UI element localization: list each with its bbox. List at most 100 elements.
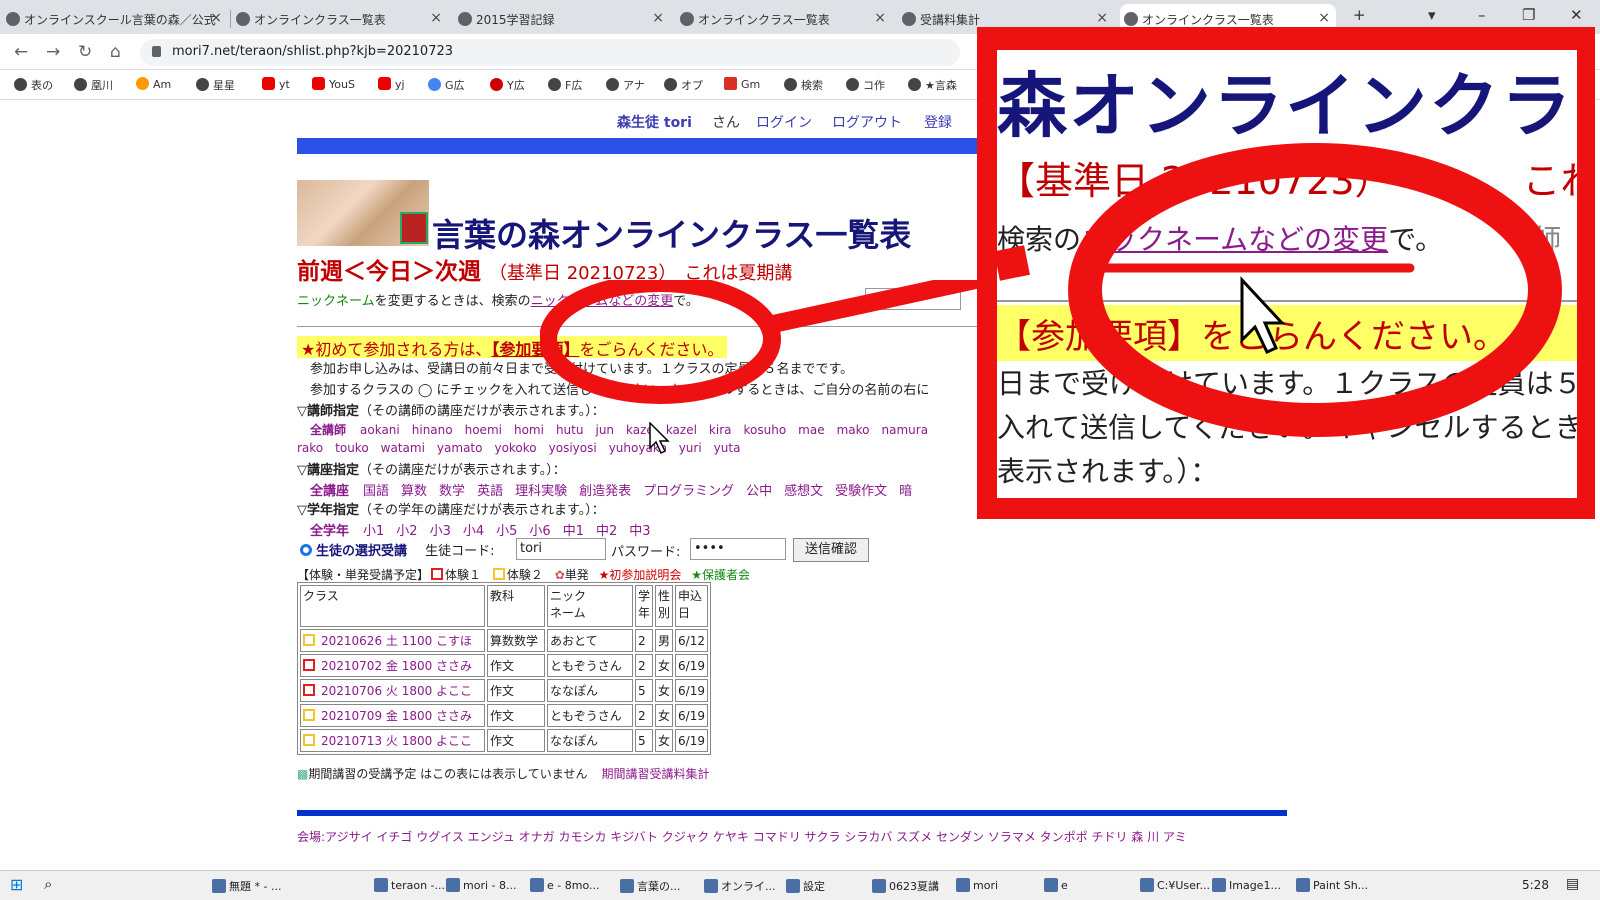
course-link[interactable]: 数学 — [439, 484, 465, 499]
notification-icon[interactable]: ▤ — [1566, 876, 1579, 892]
bookmark[interactable]: アナ — [606, 77, 645, 93]
window-close-icon[interactable]: ✕ — [1570, 6, 1583, 24]
teacher-link[interactable]: aokani — [360, 423, 400, 437]
teacher-link[interactable]: watami — [381, 441, 425, 455]
bookmark[interactable]: 検索 — [784, 77, 823, 93]
grade-link[interactable]: 小6 — [529, 524, 550, 539]
teacher-link[interactable]: yamato — [437, 441, 483, 455]
tab-1[interactable]: オンラインスクール言葉の森／公式 × — [2, 4, 228, 34]
bookmark[interactable]: Gm — [724, 77, 760, 91]
taskbar-app[interactable]: オンライ... — [704, 878, 776, 894]
class-cell[interactable]: 20210626 土 1100 こすほ — [300, 629, 485, 652]
grade-link[interactable]: 全学年 — [310, 524, 349, 539]
bookmark[interactable]: yt — [262, 77, 290, 91]
class-link[interactable]: 20210713 火 1800 よここ — [321, 734, 472, 748]
close-icon[interactable]: × — [874, 10, 886, 26]
home-icon[interactable]: ⌂ — [110, 42, 121, 62]
teacher-link[interactable]: yokoko — [494, 441, 536, 455]
minimize-icon[interactable]: – — [1478, 6, 1486, 24]
class-cell[interactable]: 20210706 火 1800 よここ — [300, 679, 485, 702]
grade-link[interactable]: 小1 — [363, 524, 384, 539]
class-checkbox[interactable] — [303, 684, 315, 696]
bookmark[interactable]: オプ — [664, 77, 703, 93]
teacher-link[interactable]: hinano — [412, 423, 453, 437]
login-link[interactable]: ログイン — [756, 112, 812, 132]
bookmark[interactable]: YouS — [312, 77, 355, 91]
tab-search-icon[interactable]: ▾ — [1428, 6, 1436, 24]
taskbar-app[interactable]: teraon -... — [374, 878, 445, 892]
close-icon[interactable]: × — [1096, 10, 1108, 26]
reload-icon[interactable]: ↻ — [78, 42, 92, 62]
send-confirm-button[interactable]: 送信確認 — [793, 538, 869, 562]
bookmark[interactable]: G広 — [428, 77, 465, 93]
teacher-link[interactable]: touko — [335, 441, 369, 455]
course-link[interactable]: 全講座 — [310, 484, 349, 499]
taskbar-app[interactable]: 言葉の... — [620, 878, 681, 894]
taskbar-app[interactable]: C:¥User... — [1140, 878, 1210, 892]
close-icon[interactable]: × — [210, 10, 222, 26]
class-link[interactable]: 20210626 土 1100 こすほ — [321, 634, 472, 648]
windows-start-icon[interactable]: ⊞ — [10, 875, 23, 894]
class-cell[interactable]: 20210713 火 1800 よここ — [300, 729, 485, 752]
course-link[interactable]: 算数 — [401, 484, 427, 499]
bookmark[interactable]: コ作 — [846, 77, 885, 93]
class-cell[interactable]: 20210702 金 1800 ささみ — [300, 654, 485, 677]
class-link[interactable]: 20210702 金 1800 ささみ — [321, 659, 472, 673]
seasonal-fee-link[interactable]: 期間講習受講料集計 — [601, 767, 709, 781]
bookmark[interactable]: 凰川 — [74, 77, 113, 93]
url-field[interactable]: mori7.net/teraon/shlist.php?kjb=20210723 — [140, 39, 960, 66]
taskbar-app[interactable]: e — [1044, 878, 1068, 892]
close-icon[interactable]: × — [652, 10, 664, 26]
logout-link[interactable]: ログアウト — [832, 112, 902, 132]
bookmark[interactable]: Am — [136, 77, 171, 91]
taskbar-app[interactable]: mori - 8... — [446, 878, 516, 892]
taskbar-app[interactable]: e - 8mo... — [530, 878, 599, 892]
back-icon[interactable]: ← — [14, 42, 28, 62]
class-link[interactable]: 20210706 火 1800 よここ — [321, 684, 472, 698]
student-code-input[interactable]: tori — [516, 538, 606, 560]
course-link[interactable]: 英語 — [477, 484, 503, 499]
close-icon[interactable]: × — [430, 10, 442, 26]
teacher-link[interactable]: hoemi — [465, 423, 502, 437]
grade-link[interactable]: 中1 — [563, 524, 584, 539]
register-link[interactable]: 登録 — [924, 112, 952, 132]
bookmark[interactable]: yj — [378, 77, 405, 91]
bookmark[interactable]: 表の — [14, 77, 53, 93]
grade-link[interactable]: 小2 — [396, 524, 417, 539]
clock[interactable]: 5:28 — [1522, 878, 1549, 892]
taskbar-app[interactable]: mori — [956, 878, 998, 892]
taskbar-app[interactable]: 無題 * - ... — [212, 878, 281, 894]
tab-4[interactable]: オンラインクラス一覧表 × — [676, 4, 892, 34]
venue-links[interactable]: アジサイ イチゴ ウグイス エンジュ オナガ カモシカ キジバト クジャク ケヤ… — [325, 830, 1187, 844]
teacher-all-link[interactable]: 全講師 — [310, 423, 346, 437]
close-icon[interactable]: × — [1318, 10, 1330, 26]
class-checkbox[interactable] — [303, 709, 315, 721]
course-link[interactable]: 国語 — [363, 484, 389, 499]
class-cell[interactable]: 20210709 金 1800 ささみ — [300, 704, 485, 727]
class-checkbox[interactable] — [303, 659, 315, 671]
class-link[interactable]: 20210709 金 1800 ささみ — [321, 709, 472, 723]
restore-icon[interactable]: ❐ — [1522, 6, 1535, 24]
class-checkbox[interactable] — [303, 734, 315, 746]
select-radio[interactable] — [300, 544, 312, 556]
grade-link[interactable]: 小3 — [430, 524, 451, 539]
teacher-link[interactable]: rako — [297, 441, 323, 455]
grade-link[interactable]: 小5 — [496, 524, 517, 539]
new-tab-button[interactable]: + — [1353, 6, 1366, 24]
bookmark[interactable]: Y広 — [490, 77, 525, 93]
search-icon[interactable]: ⌕ — [44, 875, 52, 893]
taskbar-app[interactable]: 設定 — [786, 878, 825, 894]
password-input[interactable]: •••• — [690, 538, 786, 560]
taskbar-app[interactable]: 0623夏講 — [872, 878, 939, 894]
bookmark[interactable]: F広 — [548, 77, 582, 93]
bookmark[interactable]: ★言森 — [908, 77, 957, 93]
taskbar-app[interactable]: Paint Sh... — [1296, 878, 1368, 892]
tab-3[interactable]: 2015学習記録 × — [454, 4, 670, 34]
grade-link[interactable]: 小4 — [463, 524, 484, 539]
grade-link[interactable]: 中2 — [596, 524, 617, 539]
taskbar-app[interactable]: Image1... — [1212, 878, 1281, 892]
grade-link[interactable]: 中3 — [629, 524, 650, 539]
class-checkbox[interactable] — [303, 634, 315, 646]
forward-icon[interactable]: → — [46, 42, 60, 62]
bookmark[interactable]: 星星 — [196, 77, 235, 93]
